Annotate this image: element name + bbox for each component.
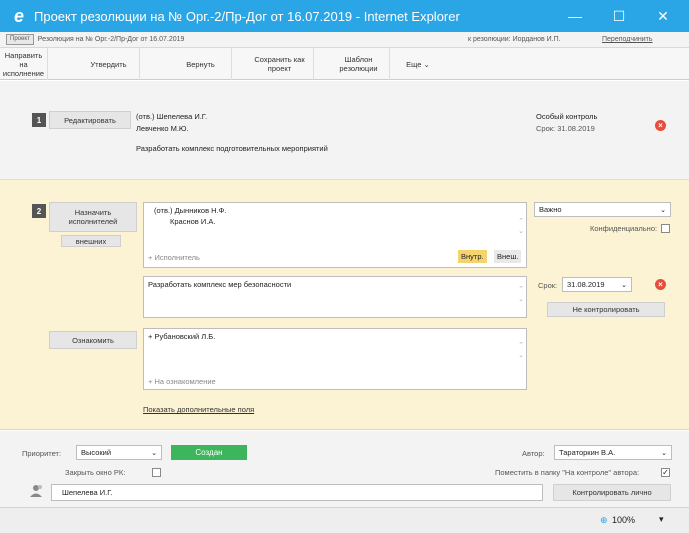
approve-button[interactable]: Утвердить xyxy=(78,48,140,80)
importance-value: Важно xyxy=(539,205,562,214)
remove-item-icon[interactable]: × xyxy=(655,120,666,131)
reassign-link[interactable]: Переподчинить xyxy=(602,32,653,48)
item-number: 2 xyxy=(32,204,46,218)
familiarization-field[interactable]: + Рубановский Л.Б. ⌃ ⌄ + На ознакомление xyxy=(143,328,527,390)
chevron-down-icon: ⌄ xyxy=(661,449,667,457)
familiarization-person: + Рубановский Л.Б. xyxy=(148,332,216,341)
priority-select[interactable]: Высокий ⌄ xyxy=(76,445,162,460)
browser-statusbar: ⊕ 100% ▾ xyxy=(0,507,689,533)
executor: Левченко М.Ю. xyxy=(136,124,189,133)
deadline-text: Срок: 31.08.2019 xyxy=(536,124,595,133)
executor: Краснов И.А. xyxy=(170,217,216,226)
chevron-down-icon: ⌄ xyxy=(660,206,666,214)
close-window-label: Закрыть окно РК: xyxy=(65,468,126,477)
internal-tab[interactable]: Внутр. xyxy=(458,250,487,263)
action-toolbar: Направить на исполнение Утвердить Вернут… xyxy=(0,48,689,80)
external-tab[interactable]: Внеш. xyxy=(494,250,522,263)
place-in-folder-label: Поместить в папку "На контроле" автора: xyxy=(495,468,640,477)
add-executor-link[interactable]: + Исполнитель xyxy=(148,253,200,262)
zoom-dropdown-icon[interactable]: ▾ xyxy=(659,514,664,525)
priority-value: Высокий xyxy=(81,448,112,457)
add-familiarization-link[interactable]: + На ознакомление xyxy=(148,377,216,386)
document-header: Проект Резолюция на № Орг.-2/Пр-Дог от 1… xyxy=(0,32,689,48)
resolution-template-button[interactable]: Шаблон резолюции xyxy=(328,48,390,80)
control-personally-button[interactable]: Контролировать лично xyxy=(553,484,671,501)
place-in-folder-checkbox[interactable]: ✓ xyxy=(661,468,670,477)
zoom-level[interactable]: 100% xyxy=(612,515,635,525)
internet-explorer-icon: e xyxy=(13,5,24,26)
external-executors-button[interactable]: внешних xyxy=(61,235,121,247)
return-button[interactable]: Вернуть xyxy=(170,48,232,80)
window-titlebar: e Проект резолюции на № Орг.-2/Пр-Дог от… xyxy=(0,0,689,32)
save-as-draft-button[interactable]: Сохранить как проект xyxy=(246,48,314,80)
importance-select[interactable]: Важно ⌄ xyxy=(534,202,671,217)
remove-item-icon[interactable]: × xyxy=(655,279,666,290)
familiarize-button[interactable]: Ознакомить xyxy=(49,331,137,349)
resolution-item-2: 2 Назначить исполнителей внешних (отв.) … xyxy=(0,180,689,430)
edit-button[interactable]: Редактировать xyxy=(49,111,131,129)
chevron-down-icon: ⌄ xyxy=(151,449,157,457)
task-text: Разработать комплекс мер безопасности xyxy=(148,280,292,289)
document-name: Резолюция на № Орг.-2/Пр-Дог от 16.07.20… xyxy=(37,36,185,43)
show-extra-fields-link[interactable]: Показать дополнительные поля xyxy=(143,405,254,414)
author-value: Тараторкин В.А. xyxy=(559,448,616,457)
scroll-arrows-icon: ⌃ ⌄ xyxy=(518,342,524,359)
status-created-button[interactable]: Создан xyxy=(171,445,247,460)
zoom-icon[interactable]: ⊕ xyxy=(600,515,608,526)
author-label: Автор: xyxy=(522,449,545,458)
responsible-executor: (отв.) Шепелева И.Г. xyxy=(136,112,208,121)
assign-executors-button[interactable]: Назначить исполнителей xyxy=(49,202,137,232)
send-for-execution-button[interactable]: Направить на исполнение xyxy=(0,48,48,80)
minimize-button[interactable]: — xyxy=(555,0,595,32)
more-menu-button[interactable]: Еще ⌄ xyxy=(394,48,442,80)
confidential-label: Конфиденциально: xyxy=(590,224,658,233)
signer-name: Шепелева И.Г. xyxy=(62,488,113,497)
responsible-executor: (отв.) Дынников Н.Ф. xyxy=(154,206,227,215)
task-text: Разработать комплекс подготовительных ме… xyxy=(136,144,328,153)
scroll-arrows-icon: ⌃ ⌄ xyxy=(518,218,524,235)
deadline-date-value: 31.08.2019 xyxy=(567,280,605,289)
maximize-button[interactable]: ☐ xyxy=(599,0,639,32)
executors-field[interactable]: (отв.) Дынников Н.Ф. Краснов И.А. ⌃ ⌄ + И… xyxy=(143,202,527,268)
priority-label: Приоритет: xyxy=(22,449,62,458)
parent-resolution-label: к резолюции: Иорданов И.П. xyxy=(468,36,561,43)
task-field[interactable]: Разработать комплекс мер безопасности ⌃ ⌄ xyxy=(143,276,527,318)
signer-field[interactable]: Шепелева И.Г. xyxy=(51,484,543,501)
close-window-checkbox[interactable] xyxy=(152,468,161,477)
window-title: Проект резолюции на № Орг.-2/Пр-Дог от 1… xyxy=(34,8,460,24)
signer-icon xyxy=(29,484,43,498)
do-not-control-button[interactable]: Не контролировать xyxy=(547,302,665,317)
deadline-date-select[interactable]: 31.08.2019 ⌄ xyxy=(562,277,632,292)
resolution-item-1: 1 Редактировать (отв.) Шепелева И.Г. Лев… xyxy=(0,81,689,180)
bottom-panel: Приоритет: Высокий ⌄ Создан Закрыть окно… xyxy=(0,431,689,507)
chevron-down-icon: ⌄ xyxy=(621,281,627,289)
confidential-checkbox[interactable] xyxy=(661,224,670,233)
draft-badge: Проект xyxy=(6,34,34,45)
special-control-label: Особый контроль xyxy=(536,112,598,121)
author-select[interactable]: Тараторкин В.А. ⌄ xyxy=(554,445,672,460)
close-button[interactable]: ✕ xyxy=(643,0,683,32)
deadline-label: Срок: xyxy=(538,281,558,290)
scroll-arrows-icon: ⌃ ⌄ xyxy=(518,286,524,303)
item-number: 1 xyxy=(32,113,46,127)
